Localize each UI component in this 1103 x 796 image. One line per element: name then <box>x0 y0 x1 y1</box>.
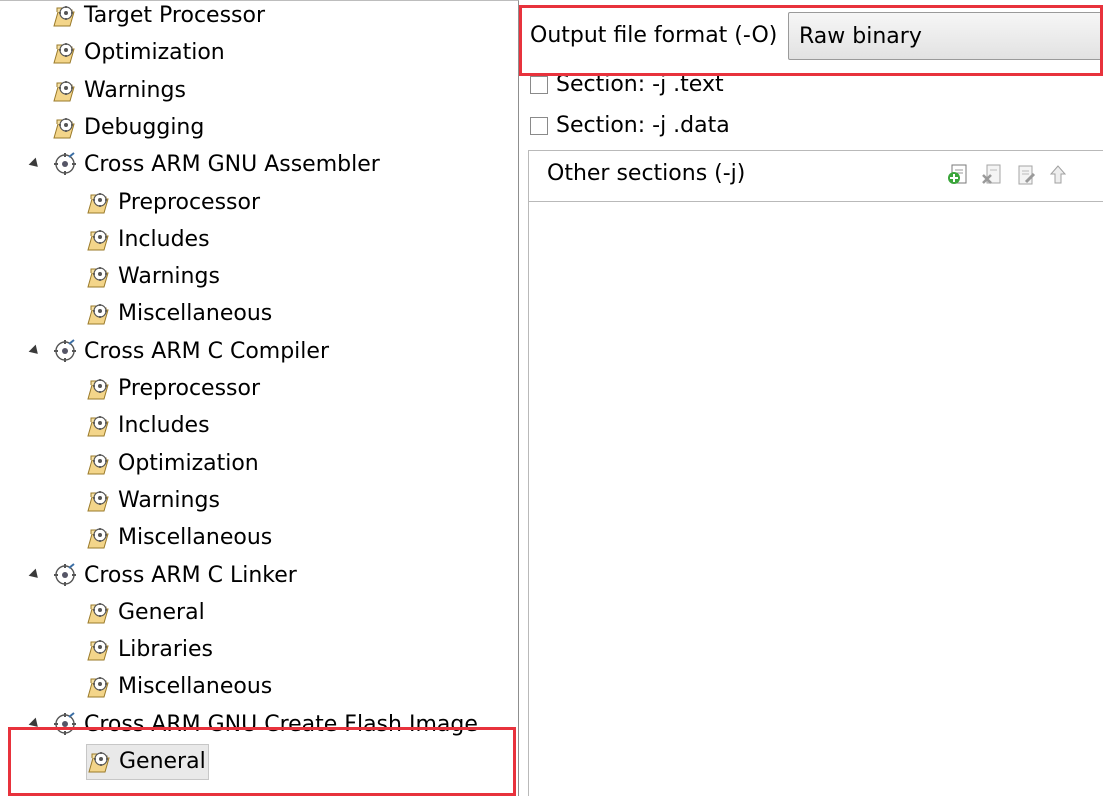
tree-item-label: Optimization <box>118 450 259 476</box>
section-data-label: Section: -j .data <box>556 113 730 138</box>
tree-item-warnings[interactable]: Warnings <box>0 258 222 295</box>
tree-item-miscellaneous[interactable]: Miscellaneous <box>0 519 274 556</box>
tool-gear-icon <box>52 151 79 178</box>
tree-item-content: Target Processor <box>52 1 267 33</box>
expand-arrow-icon[interactable] <box>28 344 42 358</box>
tree-item-content: Cross ARM C Linker <box>52 558 299 592</box>
flash-image-highlight <box>8 727 516 796</box>
add-icon[interactable] <box>947 163 969 187</box>
tree-item-content: Debugging <box>52 110 206 144</box>
other-sections-list: Other sections (-j) <box>528 150 1103 796</box>
section-data-checkbox[interactable] <box>530 116 548 135</box>
tree-item-optimization[interactable]: Optimization <box>0 445 261 482</box>
move-up-icon[interactable] <box>1047 163 1069 187</box>
settings-page-icon <box>86 412 113 439</box>
section-text-checkbox[interactable] <box>530 75 548 94</box>
tree-item-includes[interactable]: Includes <box>0 221 212 258</box>
tree-item-content: Libraries <box>86 633 215 667</box>
tree-item-warnings[interactable]: Warnings <box>0 72 188 109</box>
settings-page-icon <box>52 77 79 104</box>
tree-item-content: Preprocessor <box>86 185 262 219</box>
tree-item-content: Optimization <box>86 446 261 480</box>
expand-arrow-icon[interactable] <box>28 568 42 581</box>
tree-item-label: Optimization <box>84 40 225 66</box>
tree-item-label: Cross ARM C Linker <box>84 562 297 588</box>
tree-item-warnings[interactable]: Warnings <box>0 482 222 519</box>
settings-page-icon <box>86 673 113 700</box>
tree-item-optimization[interactable]: Optimization <box>0 34 227 71</box>
settings-page-icon <box>86 189 113 216</box>
tree-item-includes[interactable]: Includes <box>0 407 212 444</box>
tree-item-label: Cross ARM C Compiler <box>84 338 329 364</box>
settings-page-icon <box>86 300 113 327</box>
delete-icon[interactable] <box>981 163 1003 187</box>
tree-item-debugging[interactable]: Debugging <box>0 109 206 146</box>
tree-item-label: Libraries <box>118 637 214 663</box>
tree-item-preprocessor[interactable]: Preprocessor <box>0 370 262 407</box>
tree-item-label: Miscellaneous <box>118 674 273 700</box>
tree-item-label: Cross ARM GNU Assembler <box>84 152 380 178</box>
tool-gear-icon <box>52 338 79 365</box>
settings-tree: Target Processor Optimization Warnings Debu… <box>0 0 519 796</box>
tree-item-content: Miscellaneous <box>86 297 274 331</box>
tree-item-cross-arm-c-compiler[interactable]: Cross ARM C Compiler <box>0 333 331 370</box>
settings-panel: Output file format (-O) Raw binary Secti… <box>520 0 1103 796</box>
settings-page-icon <box>52 114 79 141</box>
tree-item-libraries[interactable]: Libraries <box>0 631 215 668</box>
tree-item-label: Preprocessor <box>118 376 261 401</box>
tree-item-content: Miscellaneous <box>86 521 274 555</box>
tree-item-target-processor[interactable]: Target Processor <box>0 1 267 34</box>
other-sections-label: Other sections (-j) <box>547 161 746 186</box>
settings-page-icon <box>86 450 113 477</box>
tree-item-label: Warnings <box>118 264 220 290</box>
expand-arrow-icon[interactable] <box>28 157 42 171</box>
tree-item-label: Includes <box>118 413 210 439</box>
tree-item-miscellaneous[interactable]: Miscellaneous <box>0 668 274 705</box>
tool-gear-icon <box>52 562 79 589</box>
tree-item-content: Cross ARM C Compiler <box>52 334 331 368</box>
settings-page-icon <box>86 524 113 551</box>
tree-item-preprocessor[interactable]: Preprocessor <box>0 184 262 221</box>
tree-item-label: Warnings <box>118 487 220 513</box>
output-format-highlight <box>519 5 1103 76</box>
tree-item-label: Preprocessor <box>118 189 261 215</box>
settings-page-icon <box>52 39 79 66</box>
settings-page-icon <box>52 2 79 29</box>
tree-item-cross-arm-gnu-assembler[interactable]: Cross ARM GNU Assembler <box>0 146 382 183</box>
tree-item-content: Miscellaneous <box>86 670 274 704</box>
edit-icon[interactable] <box>1015 163 1037 187</box>
settings-page-icon <box>86 263 113 290</box>
tree-item-content: Preprocessor <box>86 372 262 406</box>
other-sections-header: Other sections (-j) <box>529 151 1103 202</box>
tree-item-label: Includes <box>118 226 210 252</box>
tree-item-content: Warnings <box>86 260 222 294</box>
settings-page-icon <box>86 487 113 514</box>
tree-item-cross-arm-c-linker[interactable]: Cross ARM C Linker <box>0 557 299 594</box>
tree-item-label: Miscellaneous <box>118 301 273 327</box>
tree-item-label: Warnings <box>84 77 186 103</box>
section-data-option[interactable]: Section: -j .data <box>530 113 730 138</box>
tree-item-content: Includes <box>86 409 212 443</box>
tree-item-content: Warnings <box>52 73 188 107</box>
tree-item-label: General <box>118 599 205 625</box>
tree-item-label: Target Processor <box>84 3 266 28</box>
settings-page-icon <box>86 636 113 663</box>
settings-page-icon <box>86 226 113 253</box>
settings-page-icon <box>86 375 113 402</box>
tree-item-content: Optimization <box>52 36 227 70</box>
tree-item-content: General <box>86 595 207 629</box>
tree-item-content: Cross ARM GNU Assembler <box>52 148 382 182</box>
tree-item-label: Miscellaneous <box>118 525 273 551</box>
settings-page-icon <box>86 599 113 626</box>
tree-item-content: Includes <box>86 222 212 256</box>
tree-item-general[interactable]: General <box>0 594 207 631</box>
tree-item-label: Debugging <box>84 114 205 140</box>
tree-item-content: Warnings <box>86 483 222 517</box>
tree-item-miscellaneous[interactable]: Miscellaneous <box>0 295 274 332</box>
